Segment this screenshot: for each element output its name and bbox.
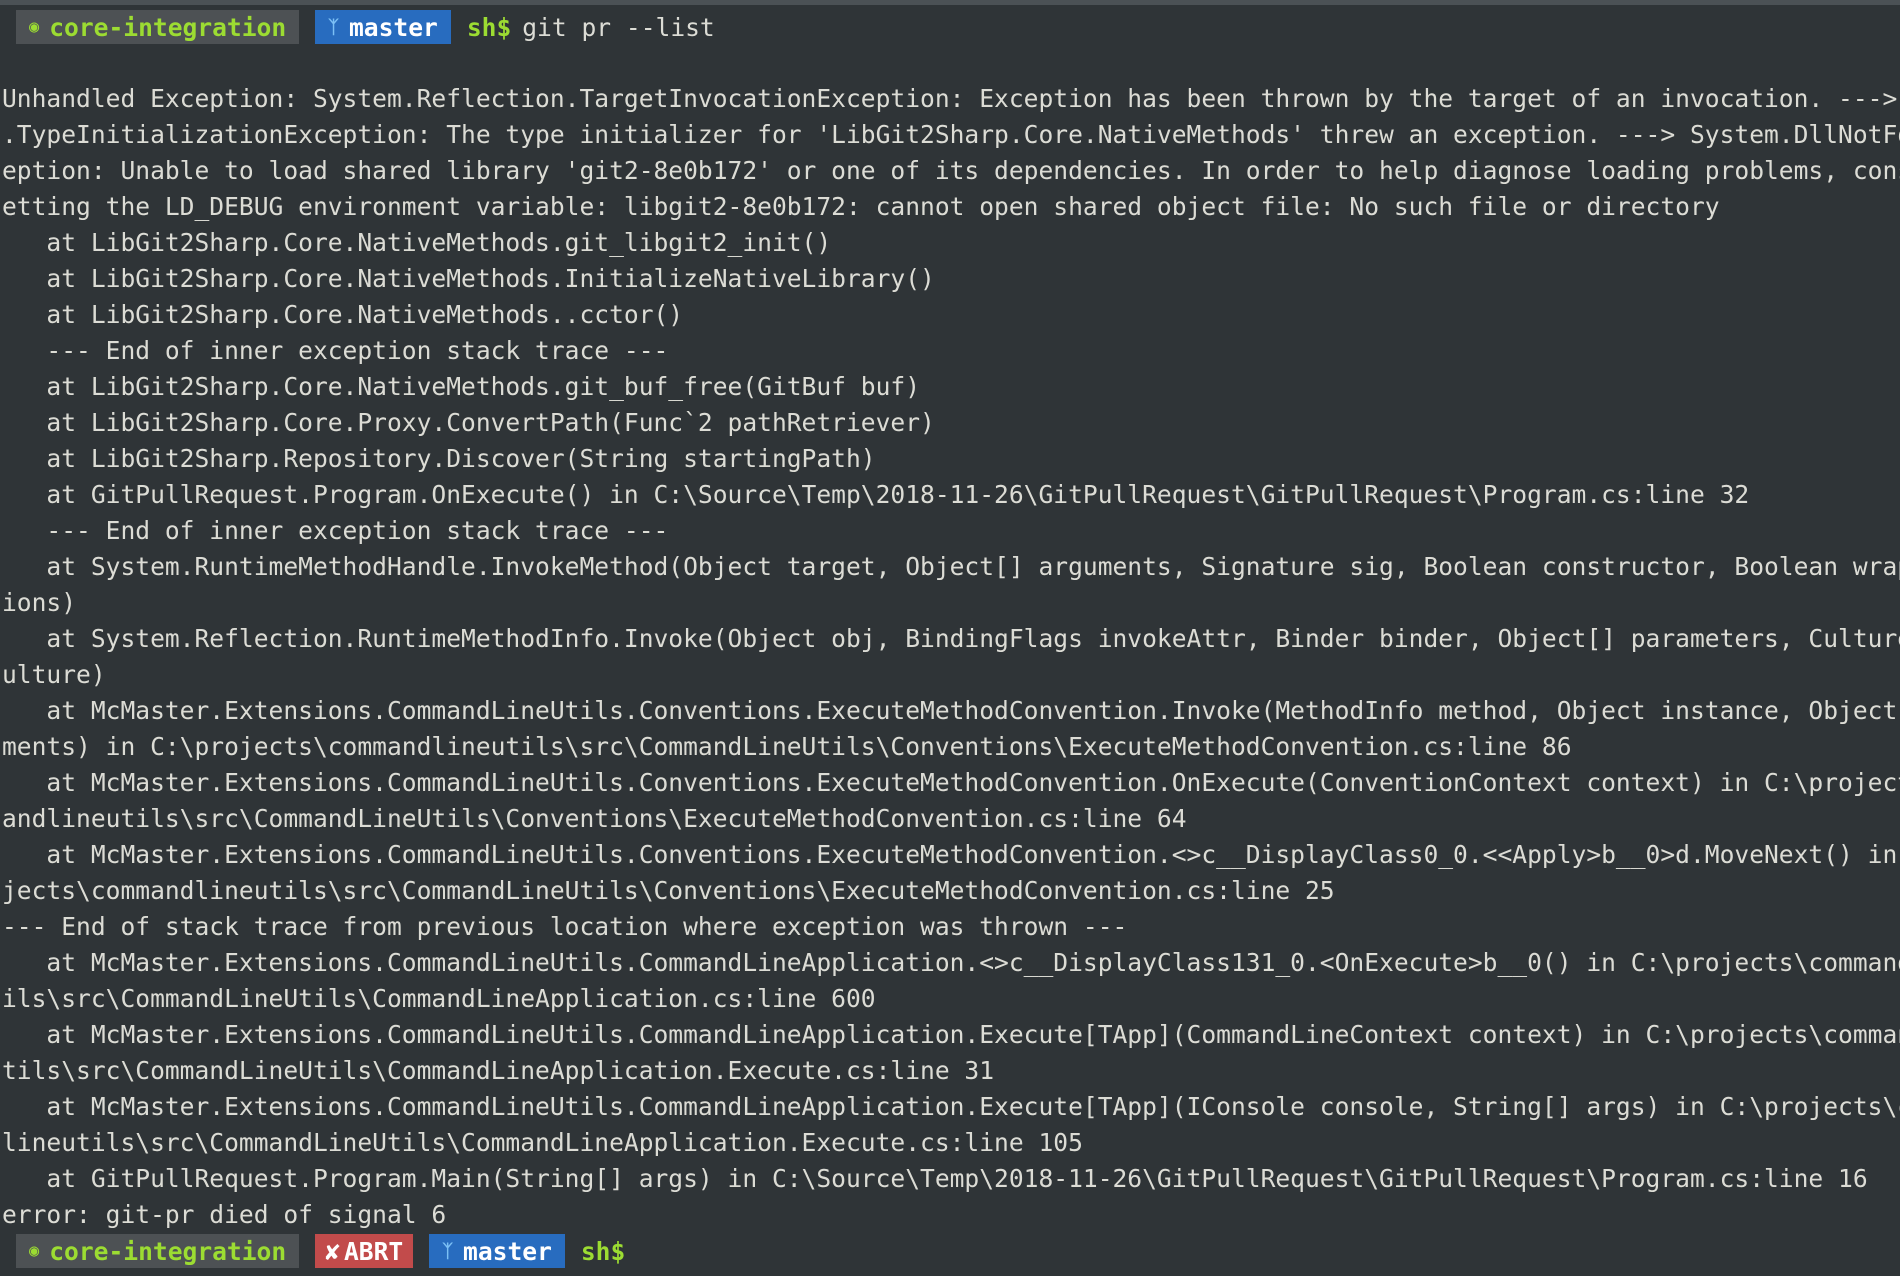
output-line: at LibGit2Sharp.Core.NativeMethods.Initi… (2, 264, 935, 293)
output-line: ments) in C:\projects\commandlineutils\s… (2, 732, 1572, 761)
output-line: ulture) (2, 660, 106, 689)
output-line: at McMaster.Extensions.CommandLineUtils.… (2, 768, 1900, 797)
folder-name: core-integration (49, 12, 287, 42)
output-line: lineutils\src\CommandLineUtils\CommandLi… (2, 1128, 1083, 1157)
output-line: .TypeInitializationException: The type i… (2, 120, 1900, 149)
output-line: error: git-pr died of signal 6 (2, 1200, 447, 1229)
output-line: --- End of inner exception stack trace -… (2, 516, 669, 545)
exit-status-segment: ✘ ABRT (315, 1234, 414, 1268)
command-output: Unhandled Exception: System.Reflection.T… (0, 81, 1900, 1233)
folder-name: core-integration (49, 1236, 287, 1266)
output-line: andlineutils\src\CommandLineUtils\Conven… (2, 804, 1187, 833)
output-line: --- End of inner exception stack trace -… (2, 336, 669, 365)
folder-segment: ◉ core-integration (16, 10, 300, 44)
output-line: eption: Unable to load shared library 'g… (2, 156, 1900, 185)
output-line: at GitPullRequest.Program.Main(String[] … (2, 1164, 1868, 1193)
output-line: at McMaster.Extensions.CommandLineUtils.… (2, 696, 1900, 725)
output-line: at LibGit2Sharp.Core.NativeMethods.git_l… (2, 228, 832, 257)
output-line: at LibGit2Sharp.Core.NativeMethods.git_b… (2, 372, 921, 401)
output-line: at McMaster.Extensions.CommandLineUtils.… (2, 1092, 1900, 1121)
package-icon: ◉ (29, 1241, 40, 1261)
output-line: at McMaster.Extensions.CommandLineUtils.… (2, 840, 1900, 869)
output-line: at McMaster.Extensions.CommandLineUtils.… (2, 948, 1900, 977)
output-line: jects\commandlineutils\src\CommandLineUt… (2, 876, 1335, 905)
branch-name: master (463, 1236, 552, 1266)
shell-prompt: sh$ (466, 12, 512, 42)
output-line: --- End of stack trace from previous loc… (2, 912, 1128, 941)
output-line: at System.RuntimeMethodHandle.InvokeMeth… (2, 552, 1900, 581)
branch-segment: ᛉ master (429, 1234, 565, 1268)
output-line: at GitPullRequest.Program.OnExecute() in… (2, 480, 1750, 509)
git-branch-icon: ᛉ (442, 1240, 454, 1262)
output-line: at LibGit2Sharp.Repository.Discover(Stri… (2, 444, 876, 473)
package-icon: ◉ (29, 17, 40, 37)
terminal-output[interactable]: ◉ core-integration ᛉ master sh$ git pr -… (0, 9, 1900, 1269)
branch-segment: ᛉ master (315, 10, 451, 44)
window-top-border (0, 0, 1900, 5)
shell-prompt: sh$ (580, 1236, 626, 1266)
output-line: at LibGit2Sharp.Core.Proxy.ConvertPath(F… (2, 408, 935, 437)
output-line: ils\src\CommandLineUtils\CommandLineAppl… (2, 984, 876, 1013)
output-line: tils\src\CommandLineUtils\CommandLineApp… (2, 1056, 995, 1085)
output-line: at System.Reflection.RuntimeMethodInfo.I… (2, 624, 1900, 653)
branch-name: master (348, 12, 438, 42)
output-line: at McMaster.Extensions.CommandLineUtils.… (2, 1020, 1900, 1049)
folder-segment: ◉ core-integration (16, 1234, 300, 1268)
prompt-line-top: ◉ core-integration ᛉ master sh$ git pr -… (0, 9, 1900, 45)
output-line: Unhandled Exception: System.Reflection.T… (2, 84, 1900, 113)
output-line: etting the LD_DEBUG environment variable… (2, 192, 1720, 221)
command-text: git pr --list (522, 12, 715, 42)
x-mark-icon: ✘ (325, 1236, 340, 1266)
git-branch-icon: ᛉ (328, 16, 339, 38)
output-line: ions) (2, 588, 77, 617)
output-line: at LibGit2Sharp.Core.NativeMethods..ccto… (2, 300, 684, 329)
prompt-line-bottom[interactable]: ◉ core-integration ✘ ABRT ᛉ master sh$ (0, 1233, 1900, 1269)
exit-status-label: ABRT (343, 1236, 404, 1266)
